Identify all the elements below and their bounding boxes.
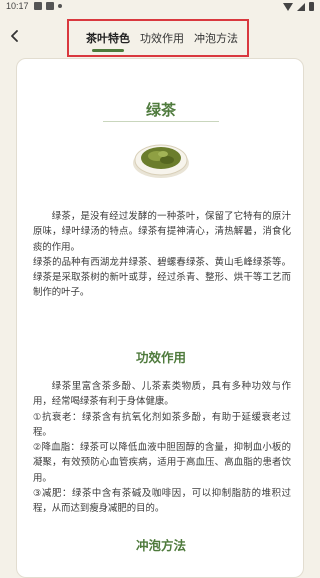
intro-text: 绿茶，是没有经过发酵的一种茶叶，保留了它特有的原汁原味，绿叶绿汤的特点。绿茶有提… xyxy=(33,209,291,301)
content-card: 绿茶 绿茶，是没有经过发酵的一种茶叶，保留了它特有的原汁原味，绿叶绿汤的特点。绿… xyxy=(16,58,304,578)
tab-effects[interactable]: 功效作用 xyxy=(140,30,184,46)
status-bar: 10:17 xyxy=(0,0,320,14)
title-divider xyxy=(103,121,219,122)
wifi-icon xyxy=(283,2,293,11)
tab-tea-features[interactable]: 茶叶特色 xyxy=(86,30,130,52)
chevron-left-icon xyxy=(11,30,18,42)
sim-notification-icon xyxy=(46,2,54,10)
active-tab-indicator xyxy=(92,49,124,52)
effects-item: ③减肥：绿茶中含有茶碱及咖啡因，可以抑制脂肪的堆积过程，从而达到瘦身减肥的目的。 xyxy=(33,488,291,515)
intro-paragraph: 绿茶，是没有经过发酵的一种茶叶，保留了它特有的原汁原味，绿叶绿汤的特点。绿茶有提… xyxy=(33,211,291,253)
brewing-heading: 冲泡方法 xyxy=(135,538,186,553)
effects-paragraph: 绿茶里富含茶多酚、儿茶素类物质，具有多种功效与作用，经常喝绿茶有利于身体健康。 xyxy=(33,381,291,408)
status-time: 10:17 xyxy=(6,1,29,11)
intro-paragraph: 绿茶的品种有西湖龙井绿茶、碧螺春绿茶、黄山毛峰绿茶等。绿茶是采取茶树的新叶或芽，… xyxy=(33,256,291,299)
battery-icon xyxy=(309,2,314,11)
tab-label: 茶叶特色 xyxy=(86,32,130,45)
effects-text: 绿茶里富含茶多酚、儿茶素类物质，具有多种功效与作用，经常喝绿茶有利于身体健康。 … xyxy=(33,379,291,517)
image-notification-icon xyxy=(34,2,42,10)
header: 茶叶特色 功效作用 冲泡方法 xyxy=(0,18,320,57)
back-button[interactable] xyxy=(8,28,22,44)
green-tea-cup-image xyxy=(133,144,189,178)
signal-icon xyxy=(297,2,305,11)
tab-bar: 茶叶特色 功效作用 冲泡方法 xyxy=(67,19,249,57)
page-title: 绿茶 xyxy=(145,101,176,119)
effects-item: ②降血脂：绿茶可以降低血液中胆固醇的含量，抑制血小板的凝聚，有效预防心血管疾病，… xyxy=(33,442,291,484)
tab-brewing[interactable]: 冲泡方法 xyxy=(194,30,238,46)
tab-label: 冲泡方法 xyxy=(194,32,238,45)
dot-icon xyxy=(58,4,62,8)
tab-label: 功效作用 xyxy=(140,32,184,45)
effects-item: ①抗衰老：绿茶含有抗氧化剂如茶多酚，有助于延缓衰老过程。 xyxy=(33,411,291,438)
effects-heading: 功效作用 xyxy=(135,350,186,365)
